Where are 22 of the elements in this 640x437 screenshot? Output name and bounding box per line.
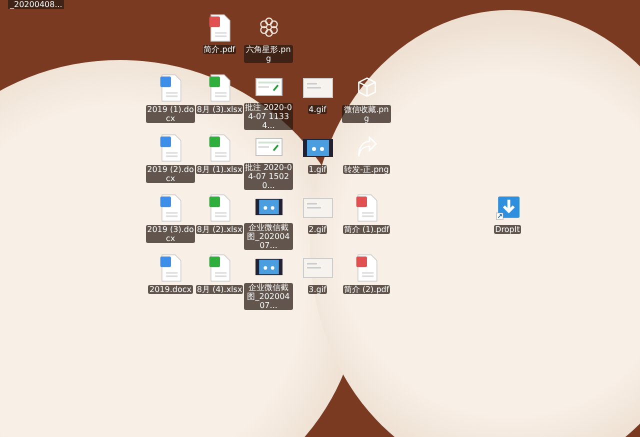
spreadsheet-file-icon [206,254,232,282]
image-thumbnail-icon [302,198,332,218]
desktop-icon-label: _20200408... [8,0,64,9]
image-thumbnail-icon [302,78,332,98]
video-thumbnail-icon [302,138,332,158]
image-thumbnail-icon [302,258,332,278]
pdf-file-icon [354,254,380,282]
video-thumbnail-icon [254,198,284,216]
desktop-shortcut[interactable]: DropIt [483,194,532,234]
spreadsheet-file-icon [206,194,232,222]
word-file-icon [158,254,184,282]
download-arrow-icon [494,194,520,222]
video-thumbnail-icon [254,258,284,276]
screenshot-thumbnail-icon [254,138,284,156]
screenshot-thumbnail-icon [254,78,284,96]
spreadsheet-file-icon [206,134,232,162]
pdf-file-icon [354,194,380,222]
word-file-icon [158,74,184,102]
spreadsheet-file-icon [206,74,232,102]
word-file-icon [158,194,184,222]
pdf-file-icon [206,14,232,42]
word-file-icon [158,134,184,162]
